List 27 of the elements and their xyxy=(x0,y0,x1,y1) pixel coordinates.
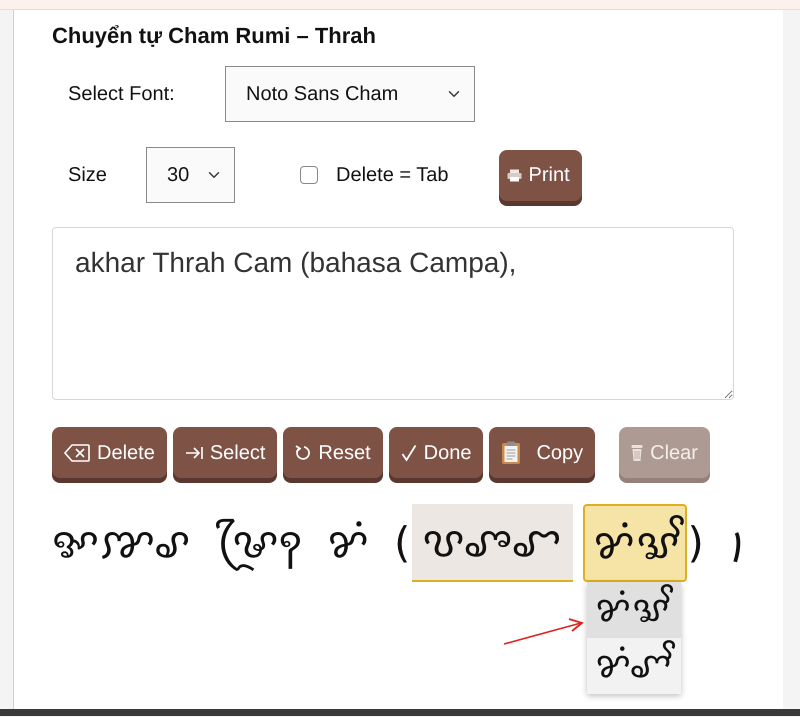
field-label: Size xyxy=(67,163,108,188)
trash-icon xyxy=(631,444,644,462)
checkbox[interactable] xyxy=(300,166,318,184)
reset-icon xyxy=(295,444,312,461)
action-button[interactable]: Copy xyxy=(489,427,596,478)
word-choice[interactable]: ꨝꨨꨧ xyxy=(412,504,574,582)
clipboard-icon xyxy=(501,440,522,464)
action-button[interactable]: Reset xyxy=(283,427,383,478)
field-label: Select Font: xyxy=(67,82,176,107)
output-text: ) ꩝ xyxy=(687,517,750,569)
page-title: Chuyển tự Cham Rumi – Thrah xyxy=(52,22,377,50)
action-button[interactable]: Select xyxy=(172,427,278,478)
output-text: ꨀꨇꨣ ꨔꨴꩍ ꨌꩌ ( xyxy=(52,505,412,581)
font-select[interactable]: Noto Sans Cham xyxy=(225,66,475,122)
suggestion-item[interactable]: ꨌꩌꨚꨩ xyxy=(587,638,682,694)
check-icon xyxy=(400,444,417,462)
backspace-icon xyxy=(64,444,90,462)
suggestion-item[interactable]: ꨌꩌꨛꨩ xyxy=(587,582,682,638)
word-choice[interactable]: ꨌꩌꨛꨩ xyxy=(583,504,688,582)
printer-icon xyxy=(506,168,522,182)
size-select[interactable]: 30 xyxy=(146,147,235,203)
print-button[interactable]: Print xyxy=(498,150,582,200)
text-input[interactable]: akhar Thrah Cam (bahasa Campa), xyxy=(52,227,734,400)
tab-arrow-icon xyxy=(184,446,203,460)
checkbox-label: Delete = Tab xyxy=(335,163,448,188)
action-button[interactable]: Done xyxy=(388,427,484,478)
action-button[interactable]: Delete xyxy=(52,427,167,478)
